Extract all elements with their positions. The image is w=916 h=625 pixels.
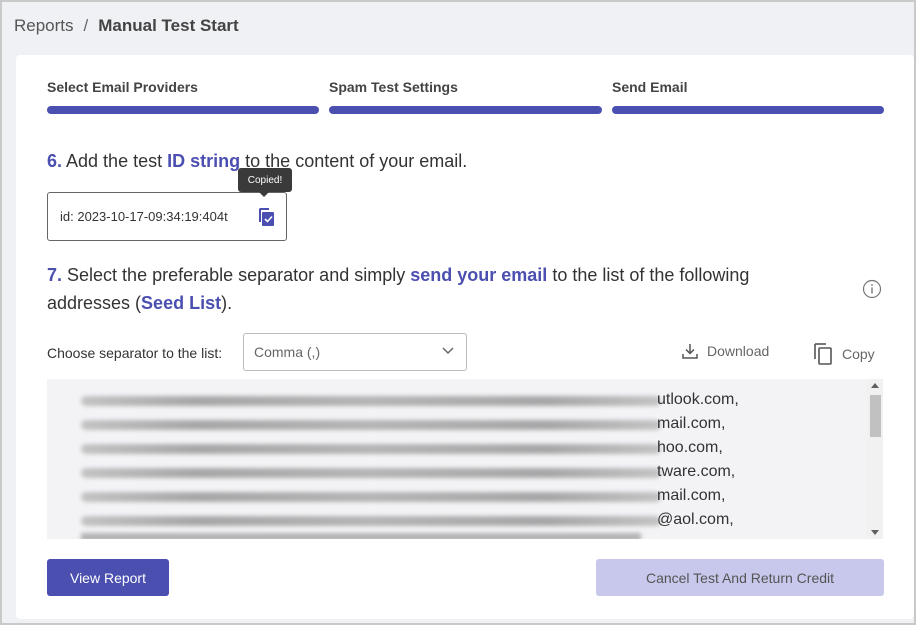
step-progress-bar bbox=[612, 106, 884, 114]
copy-label: Copy bbox=[842, 346, 875, 362]
seed-domain: @aol.com, bbox=[657, 511, 734, 528]
step6-number: 6. bbox=[47, 151, 63, 171]
step6-text-before: Add the test bbox=[66, 151, 163, 171]
seed-domain: utlook.com, bbox=[657, 391, 739, 408]
step-spam-test-settings: Spam Test Settings bbox=[329, 79, 602, 114]
step-label: Send Email bbox=[612, 79, 688, 95]
step-label: Select Email Providers bbox=[47, 79, 198, 95]
download-button[interactable]: Download bbox=[681, 342, 769, 360]
copy-checked-icon[interactable] bbox=[257, 207, 275, 227]
breadcrumb-current: Manual Test Start bbox=[98, 16, 239, 35]
test-id-field[interactable]: id: 2023-10-17-09:34:19:404t bbox=[47, 192, 287, 241]
scroll-up-icon[interactable] bbox=[871, 383, 879, 388]
breadcrumb: Reports / Manual Test Start bbox=[14, 16, 239, 36]
redacted-address bbox=[81, 533, 641, 539]
step-send-email: Send Email bbox=[612, 79, 884, 114]
step-progress-bar bbox=[329, 106, 602, 114]
copy-button[interactable]: Copy bbox=[812, 342, 875, 366]
copied-tooltip: Copied! bbox=[238, 168, 292, 197]
seed-domain: hoo.com, bbox=[657, 439, 723, 456]
step-progress-bar bbox=[47, 106, 319, 114]
seed-list-textarea[interactable]: utlook.com, mail.com, hoo.com, tware.com… bbox=[47, 379, 883, 539]
redacted-address bbox=[81, 516, 661, 526]
redacted-address bbox=[81, 420, 661, 430]
step-select-email-providers: Select Email Providers bbox=[47, 79, 319, 114]
copy-icon bbox=[814, 343, 832, 365]
download-icon bbox=[682, 344, 698, 359]
info-icon[interactable] bbox=[862, 279, 882, 299]
redacted-address bbox=[81, 444, 661, 454]
step7-text-before: Select the preferable separator and simp… bbox=[67, 265, 406, 285]
id-string-link[interactable]: ID string bbox=[167, 151, 240, 171]
seed-domain: mail.com, bbox=[657, 415, 726, 432]
seed-list-scrollbar[interactable] bbox=[867, 379, 883, 539]
breadcrumb-reports-link[interactable]: Reports bbox=[14, 16, 74, 36]
redacted-address bbox=[81, 396, 661, 406]
chevron-down-icon bbox=[442, 347, 454, 355]
download-label: Download bbox=[707, 343, 770, 359]
app-frame: Reports / Manual Test Start Select Email… bbox=[0, 0, 916, 625]
scroll-down-icon[interactable] bbox=[871, 530, 879, 535]
seed-domain: mail.com, bbox=[657, 487, 726, 504]
step7-number: 7. bbox=[47, 265, 63, 285]
breadcrumb-separator: / bbox=[83, 16, 89, 35]
separator-select[interactable]: Comma (,) bbox=[243, 333, 467, 371]
view-report-button[interactable]: View Report bbox=[47, 559, 169, 596]
separator-label: Choose separator to the list: bbox=[47, 345, 223, 361]
step-label: Spam Test Settings bbox=[329, 79, 458, 95]
test-id-value: id: 2023-10-17-09:34:19:404t bbox=[60, 209, 228, 224]
step7-text-after: ). bbox=[221, 293, 233, 313]
send-your-email-link[interactable]: send your email bbox=[410, 265, 547, 285]
seed-list-link[interactable]: Seed List bbox=[141, 293, 221, 313]
main-card: Select Email Providers Spam Test Setting… bbox=[16, 55, 914, 619]
separator-selected-value: Comma (,) bbox=[254, 344, 321, 360]
cancel-test-button[interactable]: Cancel Test And Return Credit bbox=[596, 559, 884, 596]
scrollbar-thumb[interactable] bbox=[870, 395, 881, 437]
redacted-address bbox=[81, 492, 661, 502]
redacted-address bbox=[81, 468, 661, 478]
seed-domain: tware.com, bbox=[657, 463, 736, 480]
step7-instruction: 7. Select the preferable separator and s… bbox=[47, 261, 837, 317]
